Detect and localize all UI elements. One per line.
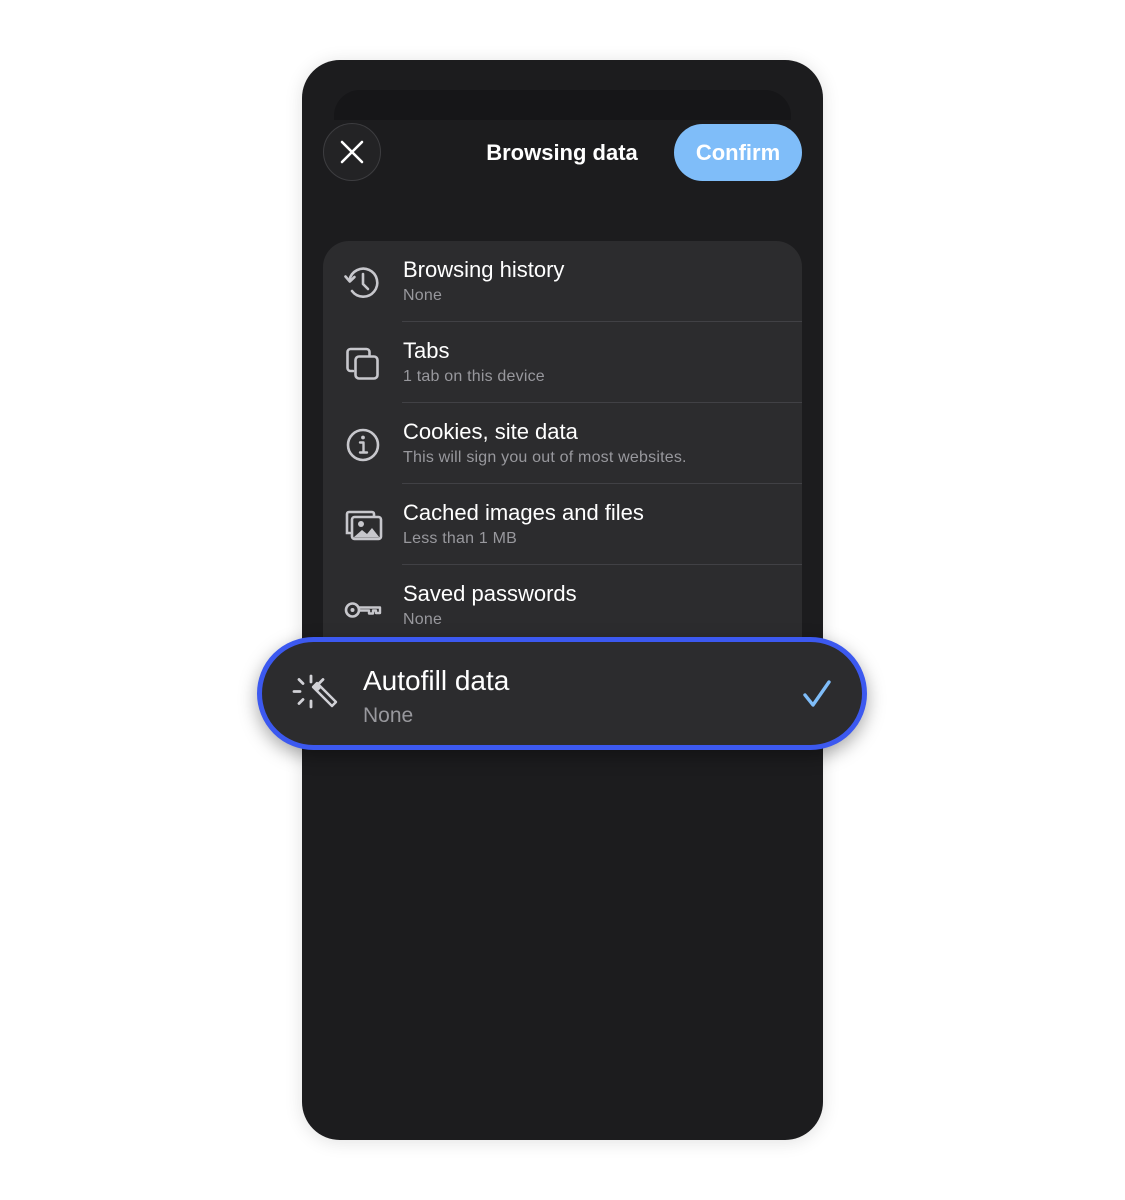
list-item-saved-passwords[interactable]: Saved passwords None <box>323 565 802 646</box>
list-item-cookies-site-data[interactable]: Cookies, site data This will sign you ou… <box>323 403 802 484</box>
confirm-button[interactable]: Confirm <box>674 124 802 181</box>
list-item-detail: None <box>403 287 443 304</box>
list-item-detail: None <box>403 611 443 628</box>
key-icon <box>344 602 382 618</box>
magic-wand-icon <box>292 674 338 709</box>
list-item-autofill-data-highlighted[interactable]: Autofill data None <box>257 637 867 750</box>
list-item-label: Cookies, site data <box>403 419 578 444</box>
list-item-label: Cached images and files <box>403 500 644 525</box>
checkmark-icon <box>803 680 831 707</box>
sheet-top-edge <box>334 90 791 120</box>
close-icon <box>340 140 364 164</box>
list-item-label: Browsing history <box>403 257 565 282</box>
list-item-label: Saved passwords <box>403 581 577 606</box>
page-title: Browsing data <box>486 140 638 165</box>
list-item-detail: 1 tab on this device <box>403 368 545 385</box>
list-item-detail: This will sign you out of most websites. <box>403 449 687 466</box>
list-item-detail: None <box>363 704 414 727</box>
list-item-tabs[interactable]: Tabs 1 tab on this device <box>323 322 802 403</box>
close-button[interactable] <box>323 123 381 181</box>
browsing-data-sheet: Browsing data Confirm Browsing history N… <box>302 60 823 1140</box>
tabs-icon <box>346 347 379 380</box>
info-icon <box>346 428 380 462</box>
list-item-cached-images[interactable]: Cached images and files Less than 1 MB <box>323 484 802 565</box>
images-icon <box>345 510 383 541</box>
history-icon <box>344 267 379 298</box>
list-item-detail: Less than 1 MB <box>403 530 517 547</box>
browsing-data-list: Browsing history None Tabs 1 tab on this… <box>323 241 802 661</box>
list-item-label: Autofill data <box>363 665 510 696</box>
list-item-browsing-history[interactable]: Browsing history None <box>323 241 802 322</box>
list-item-label: Tabs <box>403 338 450 363</box>
